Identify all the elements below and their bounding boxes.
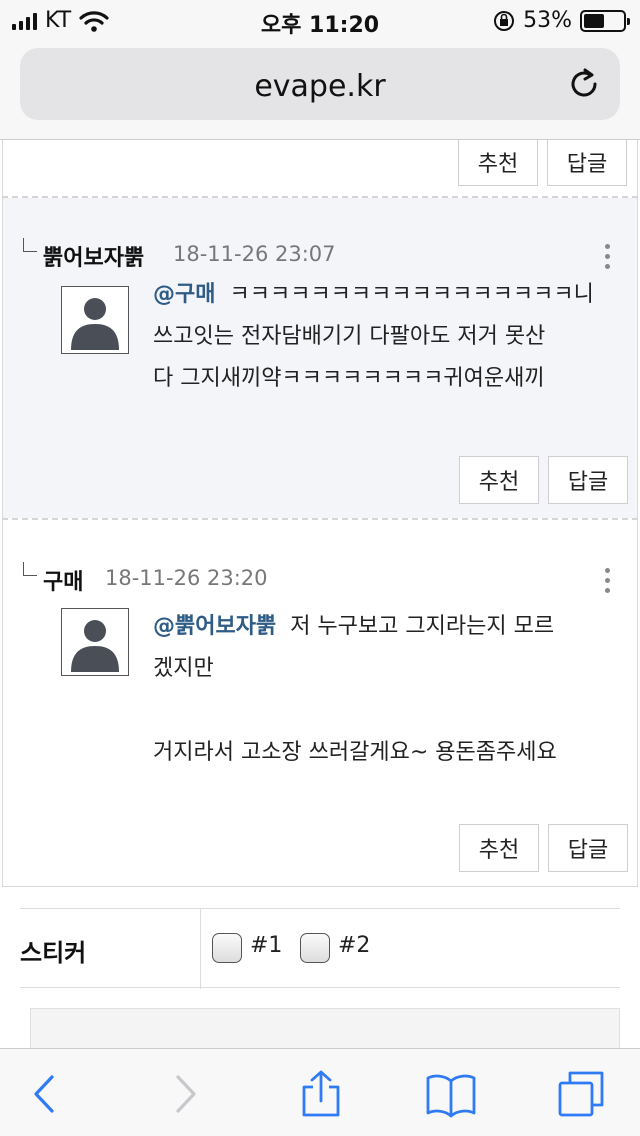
sticker-option-label: #1 bbox=[250, 933, 283, 958]
more-options-icon[interactable] bbox=[603, 244, 611, 269]
reload-icon[interactable] bbox=[566, 66, 602, 102]
sticker-checkbox-1[interactable] bbox=[212, 933, 242, 963]
browser-toolbar bbox=[0, 1048, 640, 1136]
reply-button[interactable]: 답글 bbox=[548, 824, 628, 872]
url-text[interactable]: evape.kr bbox=[20, 69, 620, 104]
browser-chrome: evape.kr bbox=[0, 40, 640, 140]
more-options-icon[interactable] bbox=[603, 568, 611, 593]
battery-icon bbox=[580, 9, 630, 32]
orientation-lock-icon bbox=[494, 10, 515, 31]
sticker-label: 스티커 bbox=[20, 939, 87, 967]
recommend-button[interactable]: 추천 bbox=[459, 456, 539, 504]
mention-link[interactable]: @뿕어보자뿕 bbox=[153, 614, 276, 639]
mention-link[interactable]: @구매 bbox=[153, 282, 215, 307]
comment-partial bbox=[2, 140, 638, 196]
page-content: 추천 답글 뿕어보자뿕 18-11-26 23:07 @구매 ㅋㅋㅋㅋㅋㅋㅋㅋㅋ… bbox=[0, 140, 640, 1048]
comment-date: 18-11-26 23:07 bbox=[173, 242, 336, 266]
reply-button[interactable]: 답글 bbox=[547, 140, 627, 186]
sticker-option-label: #2 bbox=[338, 933, 371, 958]
comment-textarea[interactable] bbox=[30, 1008, 620, 1048]
recommend-button[interactable]: 추천 bbox=[459, 824, 539, 872]
comment-author[interactable]: 구매 bbox=[43, 564, 83, 596]
comment-line: 다 그지새끼약ㅋㅋㅋㅋㅋㅋㅋㅋ귀여운새끼 bbox=[153, 366, 545, 391]
comment-line: 거지라서 고소장 쓰러갈게요~ 용돈좀주세요 bbox=[153, 740, 557, 765]
avatar bbox=[61, 608, 129, 676]
comment-line: 겠지만 bbox=[153, 656, 214, 681]
comment-author[interactable]: 뿕어보자뿕 bbox=[43, 240, 144, 272]
reply-indent-icon bbox=[23, 238, 37, 252]
recommend-button[interactable]: 추천 bbox=[458, 140, 538, 186]
comment-date: 18-11-26 23:20 bbox=[105, 566, 268, 590]
forward-icon[interactable] bbox=[160, 1069, 210, 1119]
comment-line bbox=[153, 690, 603, 732]
avatar bbox=[61, 286, 129, 354]
bookmarks-icon[interactable] bbox=[426, 1069, 476, 1119]
sticker-row: 스티커 #1 #2 bbox=[20, 908, 620, 989]
comment-line: ㅋㅋㅋㅋㅋㅋㅋㅋㅋㅋㅋㅋㅋㅋㅋㅋㅋ니 bbox=[229, 282, 594, 307]
comment-item: 구매 18-11-26 23:20 @뿕어보자뿕 저 누구보고 그지라는지 모르… bbox=[2, 520, 638, 887]
comment-line: 쓰고잇는 전자담배기기 다팔아도 저거 못산 bbox=[153, 324, 546, 349]
reply-button[interactable]: 답글 bbox=[548, 456, 628, 504]
comment-line: 저 누구보고 그지라는지 모르 bbox=[290, 614, 555, 639]
comment-item: 뿕어보자뿕 18-11-26 23:07 @구매 ㅋㅋㅋㅋㅋㅋㅋㅋㅋㅋㅋㅋㅋㅋㅋ… bbox=[2, 198, 638, 518]
tabs-icon[interactable] bbox=[556, 1069, 606, 1119]
back-icon[interactable] bbox=[22, 1069, 72, 1119]
share-icon[interactable] bbox=[296, 1069, 346, 1119]
sticker-checkbox-2[interactable] bbox=[300, 933, 330, 963]
reply-indent-icon bbox=[23, 562, 37, 576]
status-bar: KT 오후 11:20 53% bbox=[0, 0, 640, 40]
address-bar[interactable]: evape.kr bbox=[20, 48, 620, 120]
divider bbox=[200, 909, 201, 989]
comment-body: @뿕어보자뿕 저 누구보고 그지라는지 모르 겠지만 거지라서 고소장 쓰러갈게… bbox=[153, 606, 603, 774]
battery-percent: 53% bbox=[523, 8, 572, 33]
comment-body: @구매 ㅋㅋㅋㅋㅋㅋㅋㅋㅋㅋㅋㅋㅋㅋㅋㅋㅋ니 쓰고잇는 전자담배기기 다팔아도 … bbox=[153, 274, 603, 400]
